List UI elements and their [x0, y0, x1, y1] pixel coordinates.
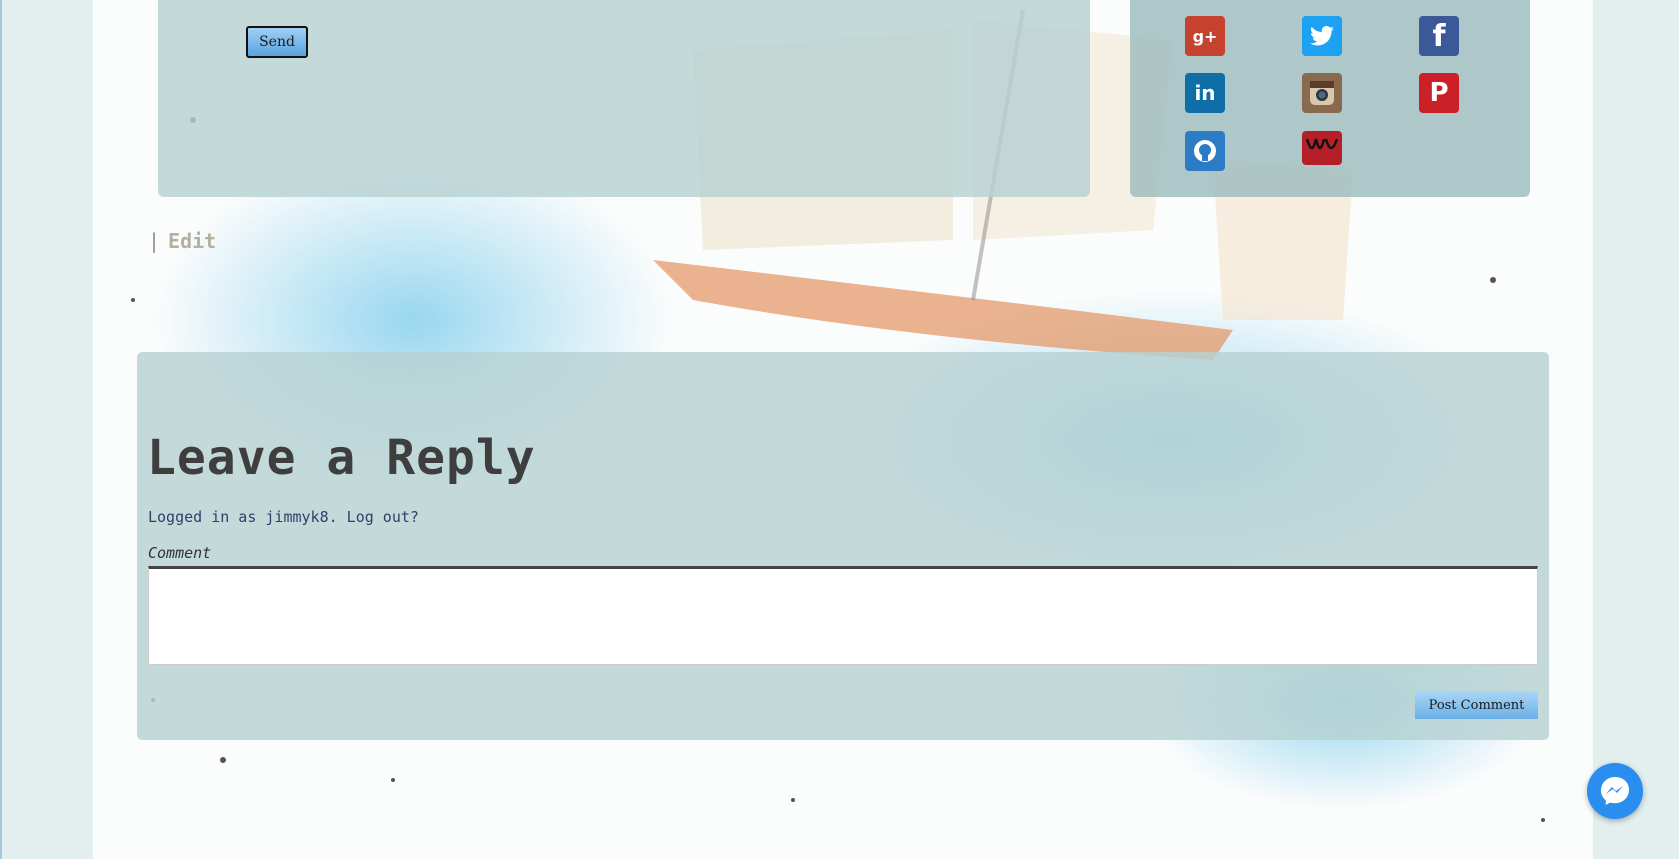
- linkedin-icon[interactable]: in: [1185, 73, 1225, 113]
- custom-logo-icon[interactable]: [1302, 131, 1342, 165]
- page-content: Send g+ f in P | Edit Leave a Reply Logge…: [93, 0, 1593, 859]
- comment-form-panel: [137, 352, 1549, 740]
- post-comment-button[interactable]: Post Comment: [1415, 691, 1538, 719]
- comment-label: Comment: [148, 544, 212, 562]
- window-edge: [0, 0, 2, 859]
- send-button[interactable]: Send: [246, 26, 308, 58]
- edit-separator: |: [148, 229, 161, 253]
- messenger-chat-button[interactable]: [1587, 763, 1643, 819]
- instagram-icon[interactable]: [1302, 73, 1342, 113]
- twitter-icon[interactable]: [1302, 16, 1342, 56]
- comment-textarea[interactable]: [148, 566, 1538, 665]
- facebook-icon[interactable]: f: [1419, 16, 1459, 56]
- edit-label[interactable]: Edit: [168, 229, 216, 253]
- reply-title: Leave a Reply: [147, 430, 536, 486]
- github-icon[interactable]: [1185, 131, 1225, 171]
- social-links-panel: g+ f in P: [1130, 0, 1530, 197]
- google-plus-icon[interactable]: g+: [1185, 16, 1225, 56]
- edit-post-link[interactable]: | Edit: [148, 229, 216, 253]
- messenger-icon: [1601, 777, 1629, 805]
- logged-in-status[interactable]: Logged in as jimmyk8. Log out?: [148, 508, 419, 526]
- pinterest-icon[interactable]: P: [1419, 73, 1459, 113]
- contact-form-panel: Send: [158, 0, 1090, 197]
